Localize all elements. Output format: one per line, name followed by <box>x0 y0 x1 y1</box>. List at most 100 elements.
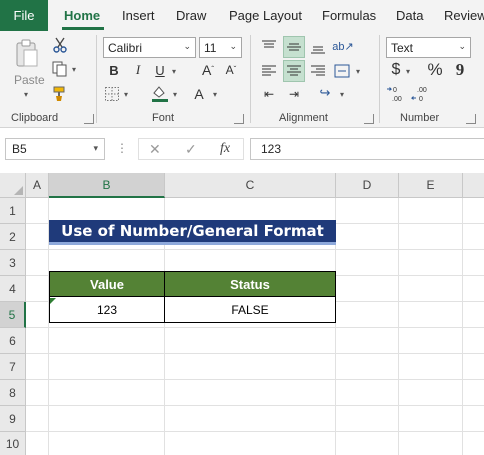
insert-function-button[interactable]: fx <box>220 141 230 157</box>
top-align-icon[interactable] <box>260 38 278 56</box>
column-header-next[interactable] <box>463 173 484 198</box>
paste-dropdown-icon[interactable]: ▾ <box>24 90 28 99</box>
chevron-down-icon: ⌄ <box>458 41 466 51</box>
column-header-c[interactable]: C <box>165 173 336 198</box>
orientation-icon[interactable]: ab↗ <box>332 36 353 56</box>
tab-page-layout[interactable]: Page Layout <box>229 0 302 31</box>
bold-button[interactable]: B <box>106 62 122 78</box>
align-left-icon[interactable] <box>260 62 278 80</box>
font-name-select[interactable]: Calibri ⌄ <box>103 37 196 58</box>
header-cell-status[interactable]: Status <box>164 271 336 297</box>
cell-b5-value[interactable]: 123 <box>49 297 165 323</box>
formula-bar: B5 ▾ ⋮ ✕ ✓ fx 123 <box>0 128 484 168</box>
italic-button[interactable]: I <box>130 62 146 78</box>
clipboard-group-label: Clipboard <box>11 112 59 124</box>
gridline <box>26 379 484 380</box>
ribbon: Paste ▾ ▾ Clipboard Calibri ⌄ 11 ⌄ B I U… <box>0 31 484 128</box>
formula-bar-grip-icon[interactable]: ⋮ <box>116 141 128 155</box>
row-header-2[interactable]: 2 <box>0 224 26 250</box>
select-all-button[interactable] <box>0 173 26 198</box>
percent-button[interactable]: % <box>425 60 445 80</box>
copy-dropdown-icon[interactable]: ▾ <box>72 65 76 74</box>
column-header-d[interactable]: D <box>336 173 399 198</box>
wrap-dropdown-icon[interactable]: ▾ <box>340 90 344 99</box>
currency-dropdown-icon[interactable]: ▾ <box>406 67 410 76</box>
cancel-icon[interactable]: ✕ <box>149 141 161 158</box>
sheet-title-cell[interactable]: Use of Number/General Format <box>49 220 336 245</box>
align-center-icon[interactable] <box>285 62 303 80</box>
font-color-icon[interactable]: A <box>190 84 208 103</box>
grow-font-icon[interactable]: Aˆ <box>199 61 217 78</box>
worksheet-grid[interactable]: A B C D E 1 2 3 4 5 6 7 8 9 10 Use of Nu… <box>0 168 484 455</box>
row-header-5[interactable]: 5 <box>0 302 26 328</box>
row-header-8[interactable]: 8 <box>0 380 26 406</box>
row-header-10[interactable]: 10 <box>0 432 26 455</box>
wrap-text-icon[interactable]: ↪ <box>316 84 334 102</box>
group-separator <box>96 35 97 123</box>
merge-dropdown-icon[interactable]: ▾ <box>356 67 360 76</box>
column-header-b[interactable]: B <box>49 173 165 198</box>
cut-icon[interactable] <box>52 36 68 54</box>
gridline <box>26 249 484 250</box>
group-separator <box>379 35 380 123</box>
select-all-triangle-icon <box>14 186 23 195</box>
fill-color-icon[interactable] <box>151 84 169 103</box>
underline-dropdown-icon[interactable]: ▾ <box>172 67 176 76</box>
chevron-down-icon: ⌄ <box>229 41 237 51</box>
formula-input[interactable]: 123 <box>250 138 484 160</box>
tab-draw[interactable]: Draw <box>176 0 206 31</box>
paste-icon[interactable] <box>12 37 42 71</box>
number-format-value: Text <box>391 40 414 55</box>
cell-c5-status[interactable]: FALSE <box>164 297 336 323</box>
copy-icon[interactable] <box>51 60 69 78</box>
font-name-value: Calibri <box>108 40 143 55</box>
font-launcher-icon[interactable] <box>234 114 244 124</box>
comma-style-button[interactable]: 9 <box>453 60 467 80</box>
row-header-1[interactable]: 1 <box>0 198 26 224</box>
header-cell-value[interactable]: Value <box>49 271 165 297</box>
tab-review[interactable]: Review <box>444 0 484 31</box>
underline-button[interactable]: U <box>152 62 168 78</box>
shrink-font-icon[interactable]: Aˇ <box>222 61 240 78</box>
column-header-a[interactable]: A <box>26 173 49 198</box>
decrease-decimal-icon[interactable]: .00 0 <box>411 84 431 104</box>
name-box[interactable]: B5 ▾ <box>5 138 105 160</box>
gridline <box>26 431 484 432</box>
row-header-4[interactable]: 4 <box>0 276 26 302</box>
fill-color-dropdown-icon[interactable]: ▾ <box>173 90 177 99</box>
paste-label[interactable]: Paste <box>14 73 45 87</box>
error-indicator-icon[interactable] <box>50 298 56 304</box>
borders-icon[interactable] <box>104 86 120 102</box>
font-color-dropdown-icon[interactable]: ▾ <box>213 90 217 99</box>
currency-button[interactable]: $ <box>389 60 403 80</box>
tab-file[interactable]: File <box>0 0 48 31</box>
name-box-value: B5 <box>12 142 27 156</box>
active-tab-indicator <box>62 27 104 30</box>
gridline <box>26 353 484 354</box>
row-header-9[interactable]: 9 <box>0 406 26 432</box>
enter-icon[interactable]: ✓ <box>185 141 197 158</box>
font-size-value: 11 <box>204 40 217 55</box>
column-header-e[interactable]: E <box>399 173 463 198</box>
align-right-icon[interactable] <box>309 62 327 80</box>
tab-data[interactable]: Data <box>396 0 423 31</box>
increase-decimal-icon[interactable]: 0.00 <box>386 84 406 104</box>
row-header-6[interactable]: 6 <box>0 328 26 354</box>
middle-align-icon[interactable] <box>285 38 303 56</box>
merge-center-icon[interactable] <box>333 62 351 80</box>
clipboard-launcher-icon[interactable] <box>84 114 94 124</box>
number-format-select[interactable]: Text ⌄ <box>386 37 471 58</box>
tab-formulas[interactable]: Formulas <box>322 0 376 31</box>
borders-dropdown-icon[interactable]: ▾ <box>124 90 128 99</box>
number-launcher-icon[interactable] <box>466 114 476 124</box>
bottom-align-icon[interactable] <box>309 38 327 56</box>
font-size-select[interactable]: 11 ⌄ <box>199 37 242 58</box>
alignment-launcher-icon[interactable] <box>364 114 374 124</box>
group-separator <box>250 35 251 123</box>
decrease-indent-icon[interactable]: ⇤ <box>260 86 278 102</box>
row-header-3[interactable]: 3 <box>0 250 26 276</box>
row-header-7[interactable]: 7 <box>0 354 26 380</box>
tab-insert[interactable]: Insert <box>122 0 155 31</box>
increase-indent-icon[interactable]: ⇥ <box>285 86 303 102</box>
format-painter-icon[interactable] <box>51 85 69 103</box>
